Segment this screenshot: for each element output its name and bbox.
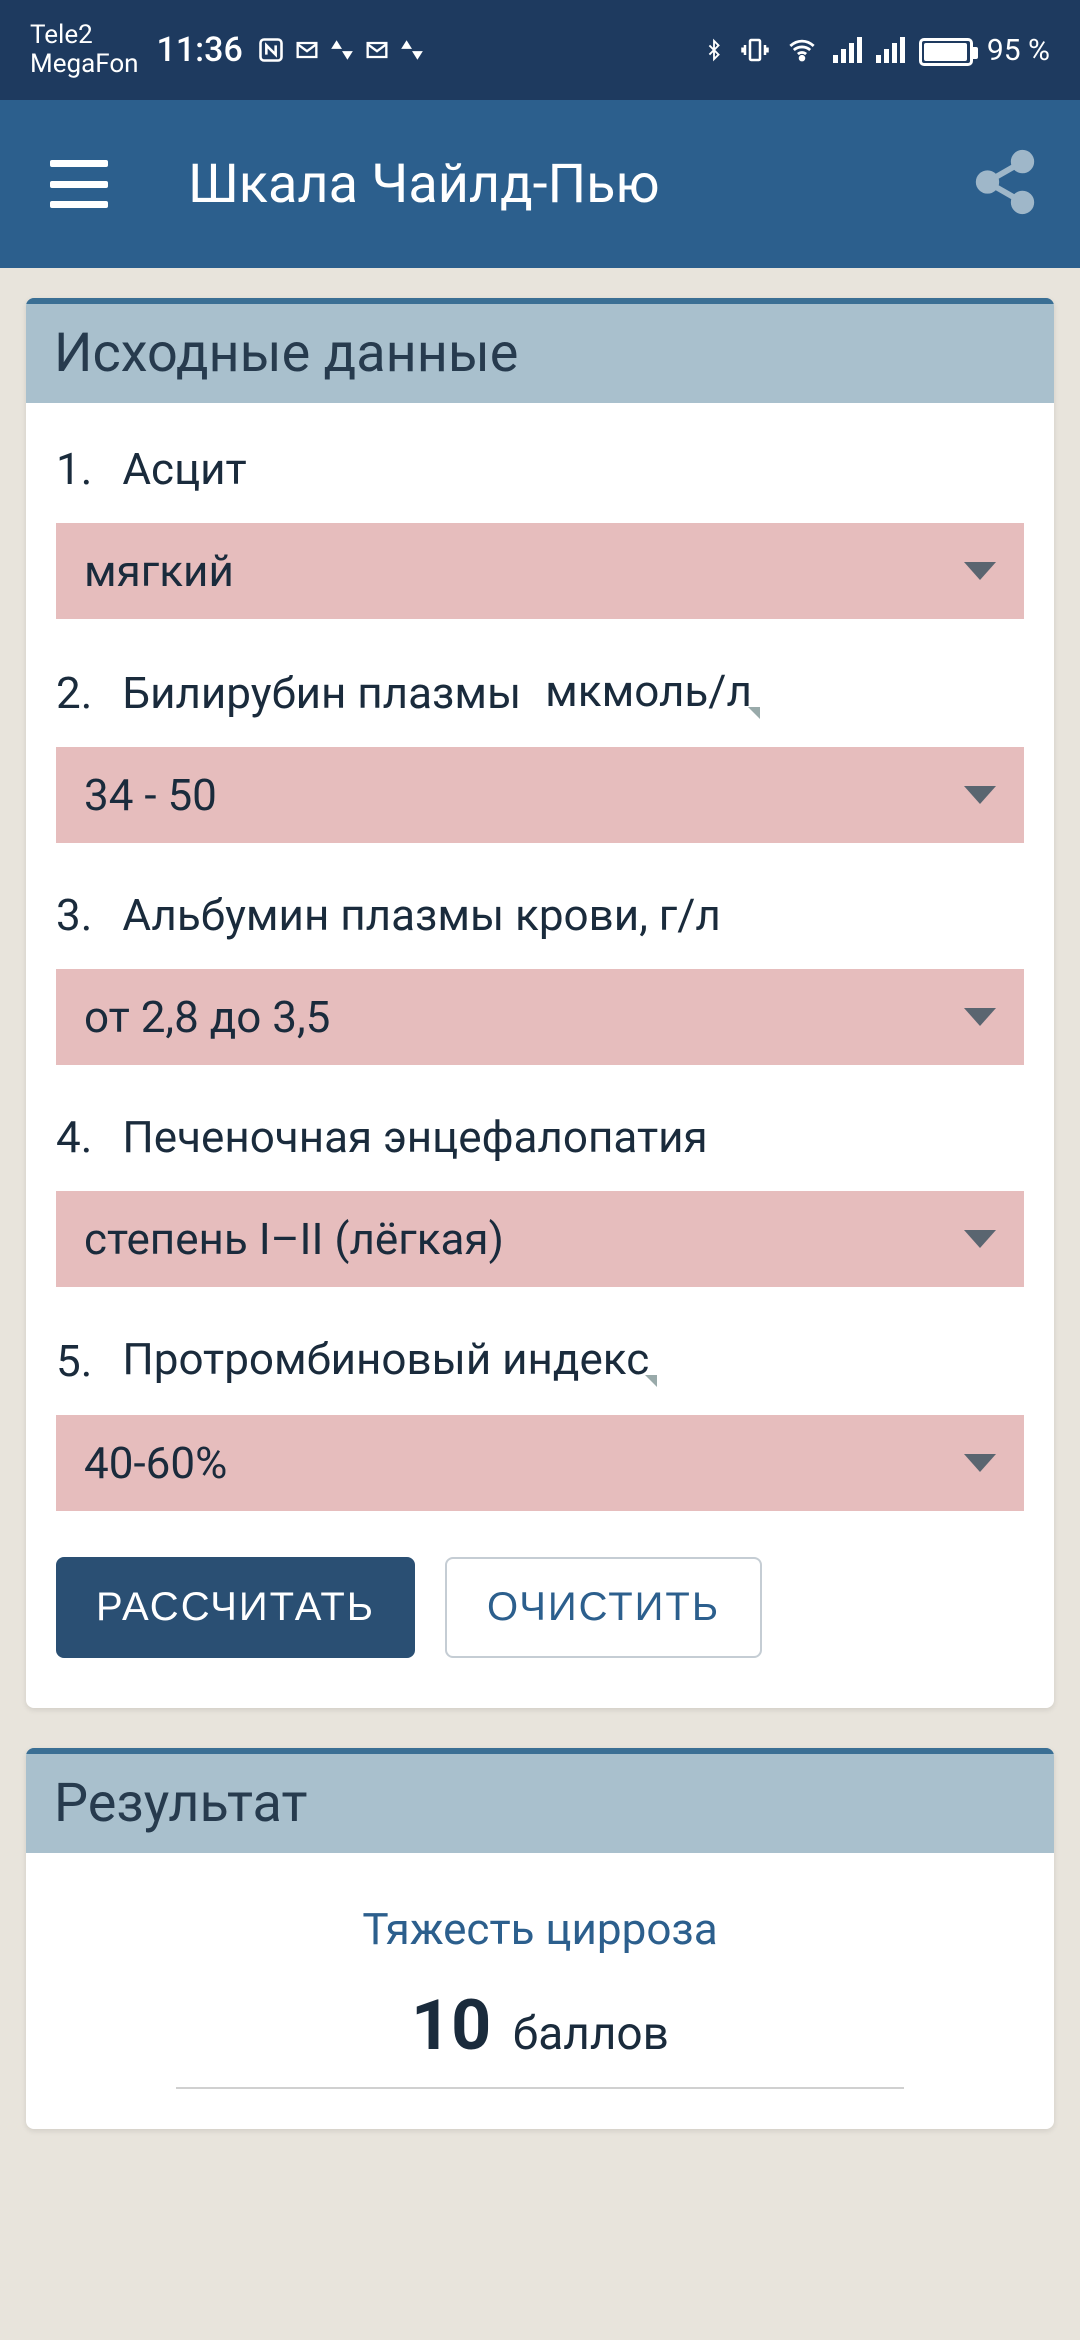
carrier-2: MegaFon bbox=[30, 50, 139, 79]
field-label: 4. Печеночная энцефалопатия bbox=[56, 1111, 1024, 1163]
result-score: 10 баллов bbox=[176, 1985, 904, 2089]
signal-icon-1 bbox=[833, 37, 862, 63]
mail-icon-2 bbox=[363, 36, 391, 64]
field-number: 3. bbox=[56, 889, 92, 941]
field-label: 3. Альбумин плазмы крови, г/л bbox=[56, 889, 1024, 941]
battery-icon bbox=[919, 33, 973, 68]
chevron-down-icon bbox=[964, 1008, 996, 1026]
status-left: Tele2 MegaFon 11:36 bbox=[30, 21, 425, 78]
calculate-button[interactable]: РАССЧИТАТЬ bbox=[56, 1557, 415, 1658]
unit-spinner[interactable]: мкмоль/л bbox=[545, 665, 752, 719]
chevron-down-icon bbox=[964, 1454, 996, 1472]
field-ascites: 1. Асцит мягкий bbox=[56, 443, 1024, 619]
input-card-body: 1. Асцит мягкий 2. Билирубин плазмы мкмо… bbox=[26, 403, 1054, 1708]
score-unit: баллов bbox=[513, 2007, 669, 2061]
bluetooth-icon bbox=[703, 35, 725, 65]
battery-percent: 95 % bbox=[987, 33, 1050, 68]
up-down-icon bbox=[329, 36, 355, 64]
field-prothrombin: 5. Протромбиновый индекс 40-60% bbox=[56, 1333, 1024, 1511]
field-label: 5. Протромбиновый индекс bbox=[56, 1333, 1024, 1387]
field-text: Альбумин плазмы крови, г/л bbox=[122, 889, 721, 941]
clear-button[interactable]: ОЧИСТИТЬ bbox=[445, 1557, 762, 1658]
ascites-dropdown[interactable]: мягкий bbox=[56, 523, 1024, 619]
field-number: 2. bbox=[56, 667, 92, 719]
status-bar: Tele2 MegaFon 11:36 bbox=[0, 0, 1080, 100]
field-number: 5. bbox=[56, 1335, 92, 1387]
dropdown-value: степень I–II (лёгкая) bbox=[84, 1213, 504, 1265]
content: Исходные данные 1. Асцит мягкий 2. Билир… bbox=[0, 268, 1080, 2129]
score-value: 10 bbox=[411, 1985, 491, 2067]
input-card: Исходные данные 1. Асцит мягкий 2. Билир… bbox=[26, 298, 1054, 1708]
result-card-header: Результат bbox=[26, 1748, 1054, 1853]
carrier-1: Tele2 bbox=[30, 21, 139, 50]
mail-icon bbox=[293, 36, 321, 64]
dropdown-value: мягкий bbox=[84, 545, 234, 597]
label-spinner[interactable]: Протромбиновый индекс bbox=[122, 1333, 649, 1387]
unit-value: мкмоль/л bbox=[545, 665, 752, 717]
field-label: 2. Билирубин плазмы мкмоль/л bbox=[56, 665, 1024, 719]
field-text: Протромбиновый индекс bbox=[122, 1333, 649, 1385]
menu-icon[interactable] bbox=[50, 160, 108, 208]
field-encephalopathy: 4. Печеночная энцефалопатия степень I–II… bbox=[56, 1111, 1024, 1287]
share-icon[interactable] bbox=[970, 147, 1040, 221]
wifi-icon bbox=[785, 36, 819, 64]
status-right: 95 % bbox=[703, 33, 1050, 68]
page-title: Шкала Чайлд-Пью bbox=[188, 153, 970, 216]
result-card: Результат Тяжесть цирроза 10 баллов bbox=[26, 1748, 1054, 2129]
chevron-down-icon bbox=[964, 562, 996, 580]
field-number: 1. bbox=[56, 443, 92, 495]
up-down-icon-2 bbox=[399, 36, 425, 64]
albumin-dropdown[interactable]: от 2,8 до 3,5 bbox=[56, 969, 1024, 1065]
nfc-icon bbox=[257, 36, 285, 64]
field-text: Асцит bbox=[122, 443, 246, 495]
chevron-down-icon bbox=[964, 786, 996, 804]
status-notif-icons bbox=[257, 36, 425, 64]
button-row: РАССЧИТАТЬ ОЧИСТИТЬ bbox=[56, 1557, 1024, 1658]
field-albumin: 3. Альбумин плазмы крови, г/л от 2,8 до … bbox=[56, 889, 1024, 1065]
encephalopathy-dropdown[interactable]: степень I–II (лёгкая) bbox=[56, 1191, 1024, 1287]
dropdown-value: 40-60% bbox=[84, 1437, 227, 1489]
field-bilirubin: 2. Билирубин плазмы мкмоль/л 34 - 50 bbox=[56, 665, 1024, 843]
dropdown-value: от 2,8 до 3,5 bbox=[84, 991, 330, 1043]
bilirubin-dropdown[interactable]: 34 - 50 bbox=[56, 747, 1024, 843]
vibrate-icon bbox=[739, 35, 771, 65]
field-text: Билирубин плазмы bbox=[122, 667, 521, 719]
clock: 11:36 bbox=[157, 30, 243, 70]
carrier-labels: Tele2 MegaFon bbox=[30, 21, 139, 78]
dropdown-value: 34 - 50 bbox=[84, 769, 217, 821]
prothrombin-dropdown[interactable]: 40-60% bbox=[56, 1415, 1024, 1511]
chevron-down-icon bbox=[964, 1230, 996, 1248]
field-label: 1. Асцит bbox=[56, 443, 1024, 495]
result-title: Тяжесть цирроза bbox=[56, 1903, 1024, 1955]
field-number: 4. bbox=[56, 1111, 92, 1163]
input-card-header: Исходные данные bbox=[26, 298, 1054, 403]
app-bar: Шкала Чайлд-Пью bbox=[0, 100, 1080, 268]
field-text: Печеночная энцефалопатия bbox=[122, 1111, 707, 1163]
signal-icon-2 bbox=[876, 37, 905, 63]
result-body: Тяжесть цирроза 10 баллов bbox=[26, 1853, 1054, 2129]
